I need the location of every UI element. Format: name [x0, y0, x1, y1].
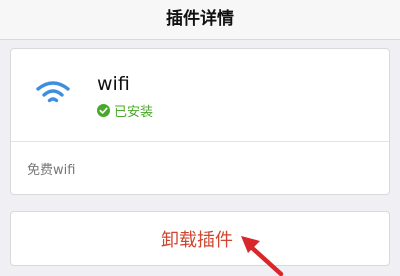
check-circle-icon — [97, 104, 110, 117]
plugin-name: wifi — [97, 73, 130, 95]
uninstall-plugin-button[interactable]: 卸载插件 — [10, 211, 390, 266]
navigation-bar: 插件详情 — [0, 0, 400, 40]
card-divider — [11, 141, 389, 142]
status-text: 已安装 — [114, 105, 154, 120]
plugin-detail-page: 插件详情 wifi 已安装 免费wifi 卸载插件 — [0, 0, 400, 276]
page-title: 插件详情 — [166, 9, 234, 29]
plugin-header: wifi 已安装 — [11, 49, 389, 140]
uninstall-button-label: 卸载插件 — [161, 229, 233, 251]
install-status: 已安装 — [97, 101, 153, 120]
plugin-description: 免费wifi — [27, 163, 76, 178]
plugin-info-card: wifi 已安装 免费wifi — [10, 48, 390, 195]
wifi-icon — [36, 81, 70, 103]
